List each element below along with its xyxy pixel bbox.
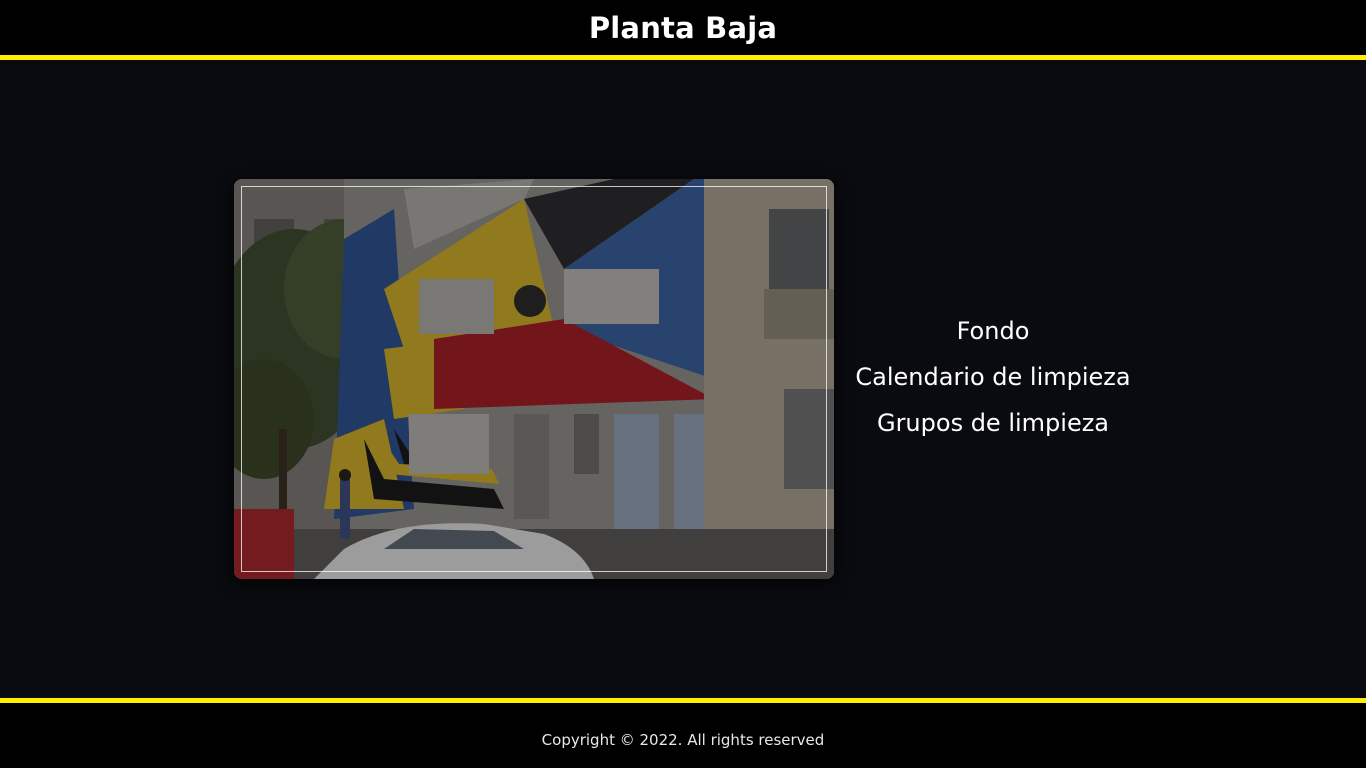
nav-link-grupos-de-limpieza[interactable]: Grupos de limpieza [877, 400, 1109, 446]
copyright-text: Copyright © 2022. All rights reserved [541, 730, 825, 749]
site-footer: Copyright © 2022. All rights reserved [0, 698, 1366, 768]
nav-link-calendario-de-limpieza[interactable]: Calendario de limpieza [855, 354, 1130, 400]
photo-image [234, 179, 834, 579]
page-title: Planta Baja [588, 11, 778, 45]
nav-menu: Fondo Calendario de limpieza Grupos de l… [834, 308, 1152, 446]
main-content: Fondo Calendario de limpieza Grupos de l… [0, 60, 1366, 698]
building-facade-photo [234, 179, 834, 579]
nav-link-fondo[interactable]: Fondo [957, 308, 1030, 354]
site-header: Planta Baja [0, 0, 1366, 60]
